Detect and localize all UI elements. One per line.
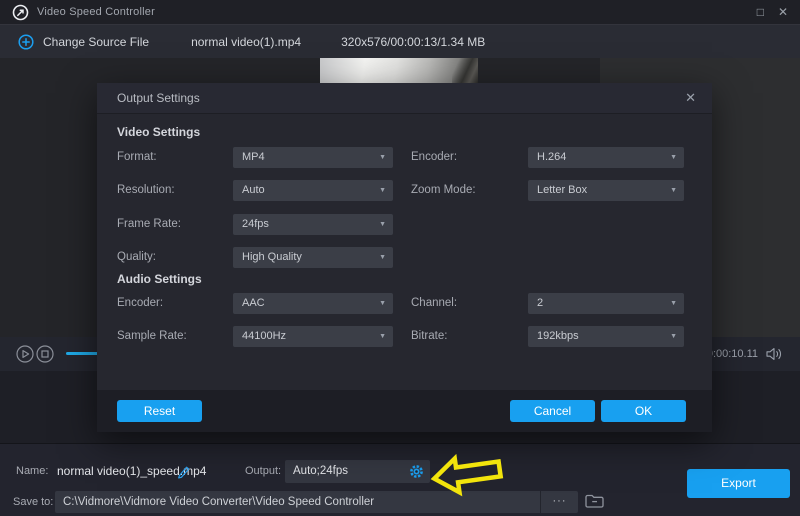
output-settings-gear-icon[interactable] xyxy=(409,464,424,479)
audio-encoder-select[interactable]: AAC ▼ xyxy=(233,293,393,314)
export-button[interactable]: Export xyxy=(687,469,790,498)
video-settings-heading: Video Settings xyxy=(117,125,200,139)
bitrate-label: Bitrate: xyxy=(411,326,447,347)
plus-circle-icon xyxy=(18,34,34,50)
reset-button[interactable]: Reset xyxy=(117,400,202,422)
bitrate-select[interactable]: 192kbps ▼ xyxy=(528,326,684,347)
video-encoder-label: Encoder: xyxy=(411,147,457,168)
format-select[interactable]: MP4 ▼ xyxy=(233,147,393,168)
annotation-arrow xyxy=(430,451,508,497)
open-folder-button[interactable] xyxy=(584,492,605,509)
output-settings-dialog: Output Settings ✕ Video Settings Format:… xyxy=(97,83,712,432)
chevron-down-icon: ▼ xyxy=(379,247,386,268)
app-logo-icon xyxy=(12,4,29,21)
audio-encoder-label: Encoder: xyxy=(117,293,163,314)
channel-label: Channel: xyxy=(411,293,457,314)
app-window: Video Speed Controller □ ✕ Change Source… xyxy=(0,0,800,516)
change-source-file-label: Change Source File xyxy=(43,35,149,49)
close-window-button[interactable]: ✕ xyxy=(778,6,788,18)
video-frame-sliver xyxy=(320,58,478,84)
output-label: Output: xyxy=(245,460,281,483)
toolbar: Change Source File normal video(1).mp4 3… xyxy=(0,24,800,58)
output-format-field[interactable]: Auto;24fps xyxy=(285,460,430,483)
quality-select[interactable]: High Quality ▼ xyxy=(233,247,393,268)
quality-label: Quality: xyxy=(117,247,156,268)
save-to-label: Save to: xyxy=(13,491,53,513)
chevron-down-icon: ▼ xyxy=(670,293,677,314)
window-title: Video Speed Controller xyxy=(37,6,155,18)
chevron-down-icon: ▼ xyxy=(379,180,386,201)
name-label: Name: xyxy=(16,460,48,483)
sample-rate-label: Sample Rate: xyxy=(117,326,187,347)
chevron-down-icon: ▼ xyxy=(379,214,386,235)
cancel-button[interactable]: Cancel xyxy=(510,400,595,422)
frame-rate-label: Frame Rate: xyxy=(117,214,181,235)
frame-rate-select[interactable]: 24fps ▼ xyxy=(233,214,393,235)
source-file-name: normal video(1).mp4 xyxy=(191,35,301,49)
stop-button[interactable] xyxy=(36,345,54,363)
chevron-down-icon: ▼ xyxy=(670,147,677,168)
title-bar: Video Speed Controller □ ✕ xyxy=(0,0,800,24)
dialog-close-icon[interactable]: ✕ xyxy=(685,83,696,113)
zoom-mode-label: Zoom Mode: xyxy=(411,180,476,201)
dialog-title: Output Settings xyxy=(117,83,200,113)
dialog-header: Output Settings ✕ xyxy=(97,83,712,114)
channel-select[interactable]: 2 ▼ xyxy=(528,293,684,314)
audio-settings-heading: Audio Settings xyxy=(117,272,202,286)
chevron-down-icon: ▼ xyxy=(379,147,386,168)
zoom-mode-select[interactable]: Letter Box ▼ xyxy=(528,180,684,201)
resolution-label: Resolution: xyxy=(117,180,175,201)
browse-button[interactable]: ··· xyxy=(540,491,578,513)
format-label: Format: xyxy=(117,147,157,168)
chevron-down-icon: ▼ xyxy=(379,293,386,314)
volume-icon[interactable] xyxy=(765,347,784,361)
export-panel: Name: normal video(1)_speed.mp4 Output: … xyxy=(0,443,800,516)
play-button[interactable] xyxy=(16,345,34,363)
rename-pencil-icon[interactable] xyxy=(176,464,191,479)
video-encoder-select[interactable]: H.264 ▼ xyxy=(528,147,684,168)
chevron-down-icon: ▼ xyxy=(379,326,386,347)
change-source-file-button[interactable]: Change Source File xyxy=(18,34,149,50)
maximize-button[interactable]: □ xyxy=(757,6,764,18)
chevron-down-icon: ▼ xyxy=(670,326,677,347)
output-format-value: Auto;24fps xyxy=(293,460,348,483)
resolution-select[interactable]: Auto ▼ xyxy=(233,180,393,201)
sample-rate-select[interactable]: 44100Hz ▼ xyxy=(233,326,393,347)
dialog-footer: Reset Cancel OK xyxy=(97,390,712,432)
ok-button[interactable]: OK xyxy=(601,400,686,422)
source-file-info: 320x576/00:00:13/1.34 MB xyxy=(341,35,485,49)
chevron-down-icon: ▼ xyxy=(670,180,677,201)
save-path-value: C:\Vidmore\Vidmore Video Converter\Video… xyxy=(63,491,374,513)
